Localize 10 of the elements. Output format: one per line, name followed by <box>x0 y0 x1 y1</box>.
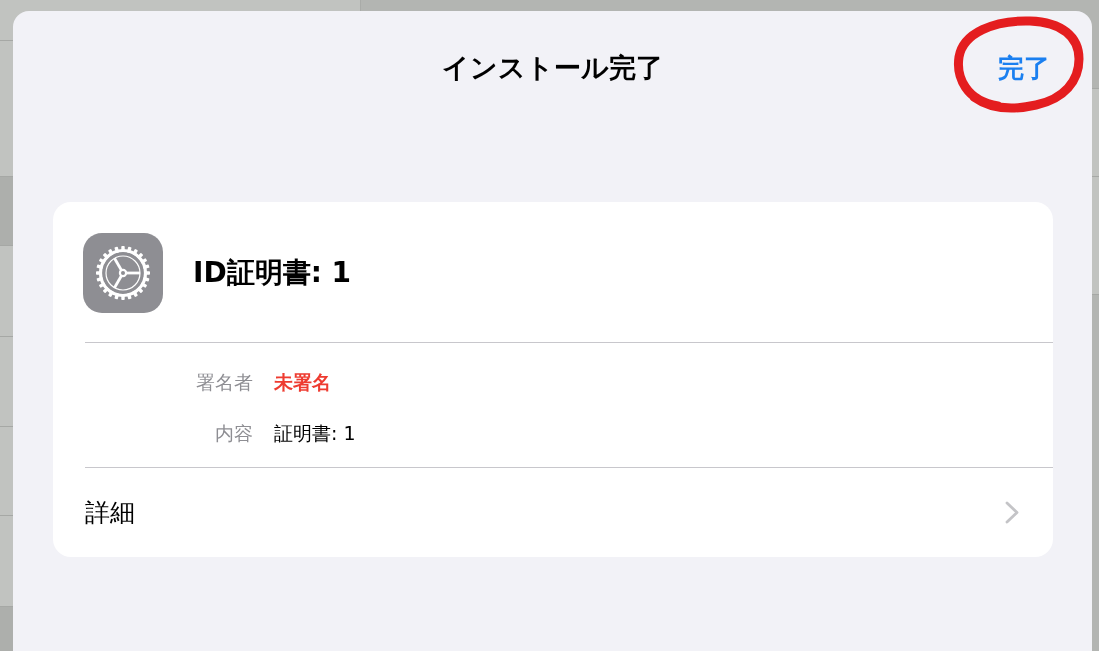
details-row[interactable]: 詳細 <box>53 468 1053 557</box>
profile-name: ID証明書: 1 <box>193 255 352 291</box>
chevron-icon <box>1005 501 1019 524</box>
sheet-title: インストール完了 <box>442 51 663 85</box>
info-value: 未署名 <box>274 370 331 395</box>
info-label: 内容 <box>214 421 253 446</box>
gear-icon <box>83 233 163 313</box>
info-label: 署名者 <box>195 370 253 395</box>
done-button[interactable]: 完了 <box>988 46 1060 90</box>
info-value: 証明書: 1 <box>274 421 356 446</box>
